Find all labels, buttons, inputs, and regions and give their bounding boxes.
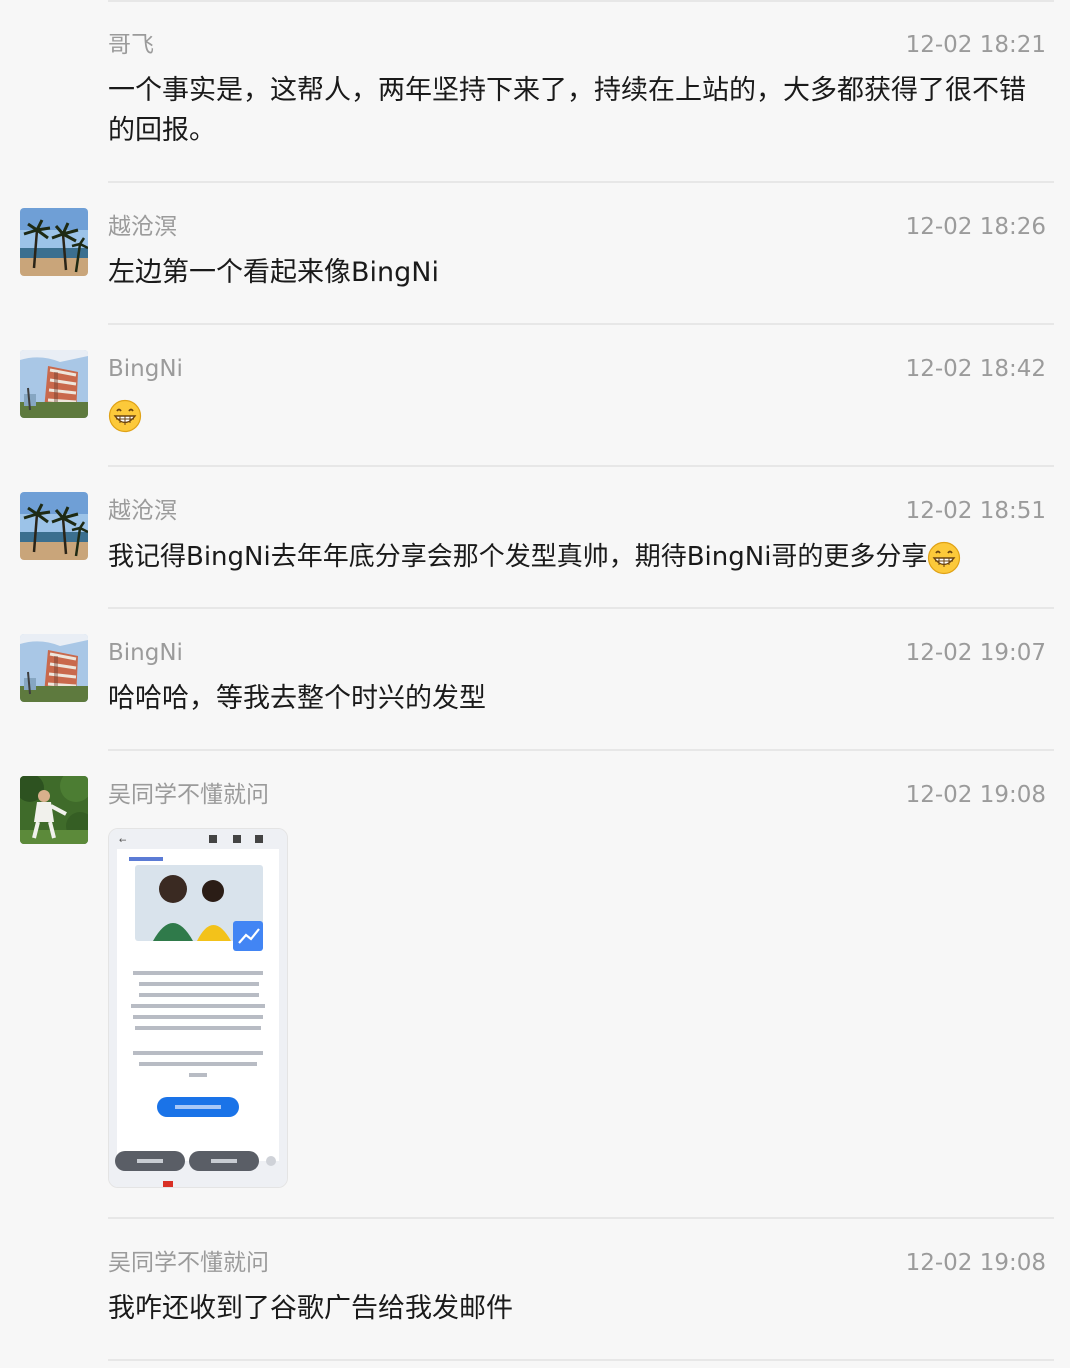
message-text: 我记得BingNi去年年底分享会那个发型真帅，期待BingNi哥的更多分享: [108, 537, 1048, 577]
timestamp: 12-02 19:08: [905, 1250, 1046, 1276]
timestamp: 12-02 19:08: [905, 782, 1046, 808]
author-name[interactable]: 吴同学不懂就问: [108, 780, 269, 810]
person-garden-avatar-icon: [20, 776, 88, 844]
message-divider: [108, 1217, 1054, 1219]
author-name[interactable]: BingNi: [108, 638, 183, 668]
timestamp: 12-02 18:42: [905, 356, 1046, 382]
avatar[interactable]: [20, 492, 88, 560]
timestamp: 12-02 19:07: [905, 640, 1046, 666]
palm-beach-avatar-icon: [20, 208, 88, 276]
author-name[interactable]: 吴同学不懂就问: [108, 1248, 269, 1278]
author-name[interactable]: 越沧溟: [108, 212, 177, 242]
avatar[interactable]: [20, 350, 88, 418]
message-divider: [108, 607, 1054, 609]
message-text: 我咋还收到了谷歌广告给我发邮件: [108, 1293, 513, 1324]
grin-emoji-icon: [927, 541, 961, 575]
timestamp: 12-02 18:26: [905, 214, 1046, 240]
author-name[interactable]: BingNi: [108, 354, 183, 384]
author-name[interactable]: 哥飞: [108, 30, 154, 60]
palm-beach-avatar-icon: [20, 492, 88, 560]
building-avatar-icon: [20, 350, 88, 418]
author-name[interactable]: 越沧溟: [108, 496, 177, 526]
message-text: [108, 395, 1048, 435]
building-avatar-icon: [20, 634, 88, 702]
avatar[interactable]: [20, 776, 88, 844]
message-text: 左边第一个看起来像BingNi: [108, 257, 439, 288]
message-divider: [108, 323, 1054, 325]
message-text: 一个事实是，这帮人，两年坚持下来了，持续在上站的，大多都获得了很不错的回报。: [108, 75, 1026, 146]
svg-text:←: ←: [119, 836, 127, 846]
message-divider: [108, 465, 1054, 467]
avatar[interactable]: [20, 634, 88, 702]
message-divider: [108, 1359, 1054, 1361]
message-divider: [108, 749, 1054, 751]
timestamp: 12-02 18:51: [905, 498, 1046, 524]
avatar[interactable]: [20, 208, 88, 276]
grin-emoji-icon: [108, 399, 142, 433]
image-attachment[interactable]: ←: [108, 828, 288, 1188]
timestamp: 12-02 18:21: [905, 32, 1046, 58]
message-divider: [108, 181, 1054, 183]
message-text: 哈哈哈，等我去整个时兴的发型: [108, 683, 486, 714]
message-divider: [108, 0, 1054, 2]
phone-screenshot-thumbnail: ←: [109, 829, 287, 1187]
